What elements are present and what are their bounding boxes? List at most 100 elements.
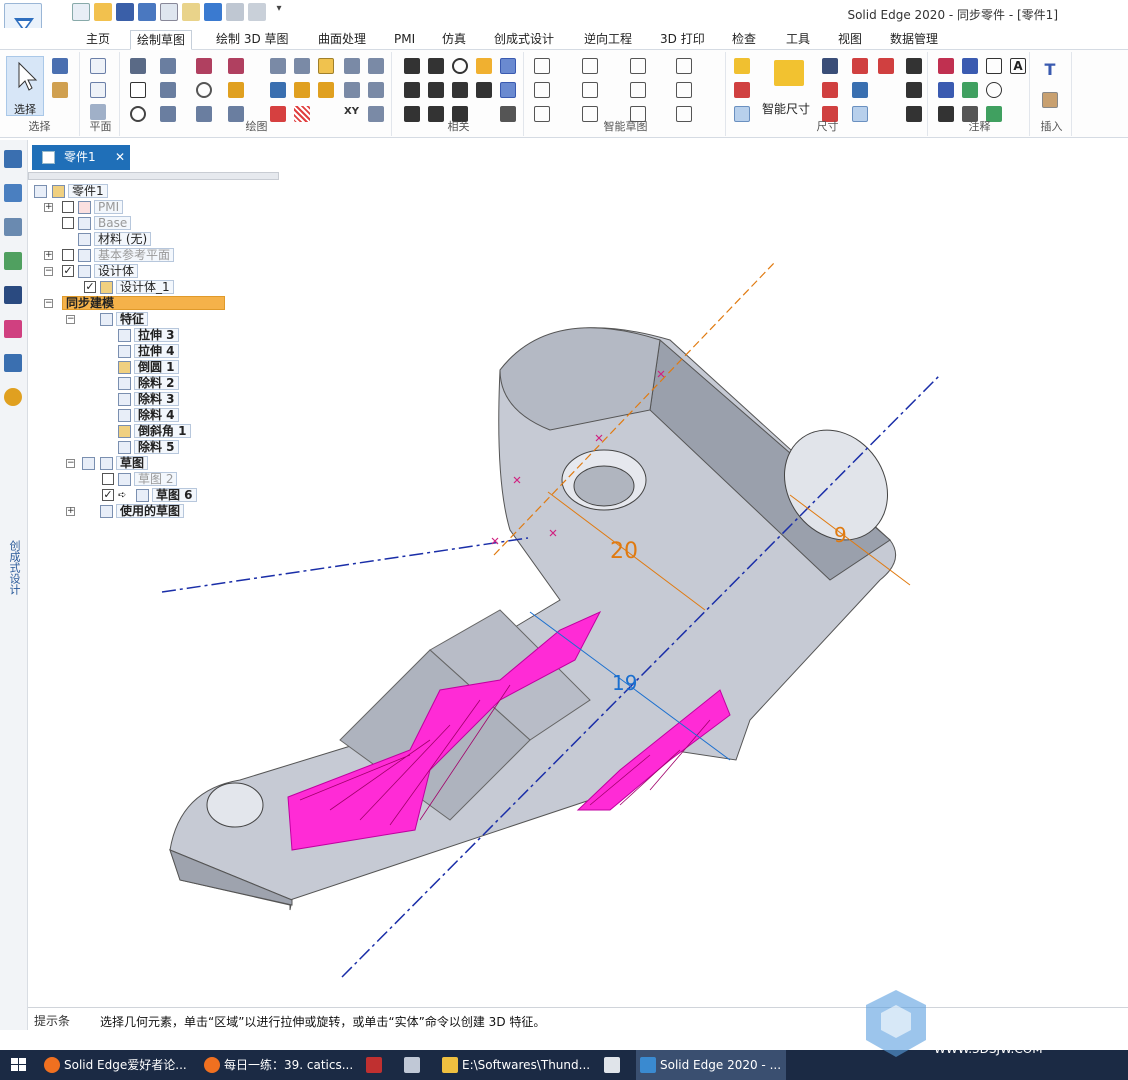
tab-sketch[interactable]: 绘制草图 — [130, 30, 193, 50]
lock-icon[interactable] — [476, 58, 492, 74]
feature-control-frame-icon[interactable] — [986, 58, 1002, 74]
taskbar-item-explorer[interactable]: E:\Softwares\Thund... — [438, 1050, 598, 1080]
intellisketch-option-1-icon[interactable] — [534, 58, 550, 74]
prompt-bar-tab[interactable]: 提示条 — [34, 1012, 70, 1029]
offset-icon[interactable] — [318, 58, 334, 74]
select-button[interactable]: 选择 — [6, 56, 44, 116]
maintain-relationships-icon[interactable] — [500, 82, 516, 98]
distance-between-icon[interactable] — [822, 58, 838, 74]
curve-icon[interactable] — [160, 82, 176, 98]
taskbar-item-firefox-1[interactable]: Solid Edge爱好者论... — [40, 1050, 196, 1080]
lock-plane-icon[interactable] — [90, 82, 106, 98]
expand-icon[interactable]: + — [66, 507, 75, 516]
include-icon[interactable] — [294, 58, 310, 74]
dimension-20-text[interactable]: 20 — [610, 539, 638, 564]
equal-icon[interactable] — [428, 82, 444, 98]
sketch-tool-2-icon[interactable] — [344, 82, 360, 98]
expand-icon[interactable]: + — [44, 251, 53, 260]
point-icon[interactable] — [196, 82, 212, 98]
text-a-icon[interactable]: A — [1010, 58, 1026, 74]
leader-icon[interactable] — [962, 58, 978, 74]
project-icon[interactable] — [270, 58, 286, 74]
symmetric-diameter-icon[interactable] — [822, 82, 838, 98]
line-icon[interactable] — [130, 58, 146, 74]
intellisketch-option-7-icon[interactable] — [630, 82, 646, 98]
annotation-a-icon[interactable] — [906, 82, 922, 98]
part-body[interactable] — [169, 327, 897, 911]
tab-pmi[interactable]: PMI — [388, 30, 421, 50]
chamfer-dimension-icon[interactable] — [852, 82, 868, 98]
tab-home[interactable]: 主页 — [80, 30, 116, 50]
image-icon[interactable] — [1042, 92, 1058, 108]
hole-bottom[interactable] — [206, 782, 264, 828]
tab-simulation[interactable]: 仿真 — [436, 30, 472, 50]
lightbulb-icon[interactable] — [734, 58, 750, 74]
customize-qat-icon[interactable]: ▾ — [270, 3, 288, 21]
text-box-icon[interactable]: T — [1042, 62, 1058, 78]
arc-icon[interactable] — [160, 58, 176, 74]
taskbar-item-solid-edge[interactable]: Solid Edge 2020 - ... — [636, 1050, 786, 1080]
sketch-select-icon[interactable] — [368, 58, 384, 74]
tree-item-sync-model[interactable]: − 同步建模 — [44, 296, 274, 311]
tab-tools[interactable]: 工具 — [780, 30, 816, 50]
intellisketch-option-3-icon[interactable] — [630, 58, 646, 74]
tab-surfacing[interactable]: 曲面处理 — [312, 30, 372, 50]
design-body-1-checkbox[interactable]: ✓ — [84, 281, 96, 293]
intellisketch-option-5-icon[interactable] — [534, 82, 550, 98]
tab-data-management[interactable]: 数据管理 — [884, 30, 944, 50]
mirror-icon[interactable] — [270, 82, 286, 98]
properties-icon[interactable] — [160, 3, 178, 21]
parallel-icon[interactable] — [428, 58, 444, 74]
angle-between-icon[interactable] — [852, 58, 868, 74]
edge-condition-icon[interactable] — [938, 82, 954, 98]
generative-design-tab[interactable]: 创成式设计 — [6, 540, 22, 595]
stretch-icon[interactable] — [294, 82, 310, 98]
smart-dimension-icon[interactable] — [774, 60, 804, 86]
callout-icon[interactable] — [938, 58, 954, 74]
trim-icon[interactable] — [196, 58, 212, 74]
tab-generative-design[interactable]: 创成式设计 — [488, 30, 560, 50]
dimension-text-icon[interactable] — [906, 58, 922, 74]
select-tools-icon[interactable] — [52, 82, 68, 98]
collapse-icon[interactable]: − — [66, 459, 75, 468]
taskbar-item-store[interactable] — [600, 1050, 634, 1080]
clipboard-icon[interactable] — [182, 3, 200, 21]
design-body-checkbox[interactable]: ✓ — [62, 265, 74, 277]
intellisketch-option-4-icon[interactable] — [676, 58, 692, 74]
new-file-icon[interactable] — [72, 3, 90, 21]
feature-library-icon[interactable] — [4, 252, 22, 270]
sketch-view-icon[interactable] — [344, 58, 360, 74]
smart-dimension-label[interactable]: 智能尺寸 — [762, 100, 810, 117]
intellisketch-option-8-icon[interactable] — [676, 82, 692, 98]
rotate-icon[interactable] — [318, 82, 334, 98]
color-manager-icon[interactable] — [4, 320, 22, 338]
save-icon[interactable] — [116, 3, 134, 21]
base-planes-checkbox[interactable] — [62, 249, 74, 261]
parts-library-icon[interactable] — [4, 354, 22, 372]
expand-icon[interactable]: + — [44, 203, 53, 212]
undo-icon[interactable] — [204, 3, 222, 21]
document-tab[interactable]: 零件1 ✕ — [32, 145, 130, 170]
tab-reverse-engineering[interactable]: 逆向工程 — [578, 30, 638, 50]
horizontal-vertical-icon[interactable] — [404, 82, 420, 98]
taskbar-item-app-2[interactable] — [400, 1050, 434, 1080]
tab-view[interactable]: 视图 — [832, 30, 868, 50]
taskbar-item-app-1[interactable] — [362, 1050, 396, 1080]
concentric-icon[interactable] — [452, 58, 468, 74]
plane-icon[interactable] — [90, 58, 106, 74]
collapse-icon[interactable]: − — [44, 299, 53, 308]
key-icon[interactable] — [4, 388, 22, 406]
intellisketch-option-6-icon[interactable] — [582, 82, 598, 98]
pathfinder-splitter[interactable] — [28, 172, 279, 180]
save-all-icon[interactable] — [138, 3, 156, 21]
dimension-19-text[interactable]: 19 — [612, 671, 637, 695]
redo-icon[interactable] — [226, 3, 244, 21]
perpendicular-icon[interactable] — [452, 82, 468, 98]
datum-frame-icon[interactable] — [962, 82, 978, 98]
layers-icon[interactable] — [4, 218, 22, 236]
repeat-icon[interactable] — [248, 3, 266, 21]
tab-3d-print[interactable]: 3D 打印 — [654, 30, 711, 50]
dimension-9-text[interactable]: 9 — [834, 523, 847, 547]
coordinate-dimension-icon[interactable] — [878, 58, 894, 74]
base-checkbox[interactable] — [62, 217, 74, 229]
